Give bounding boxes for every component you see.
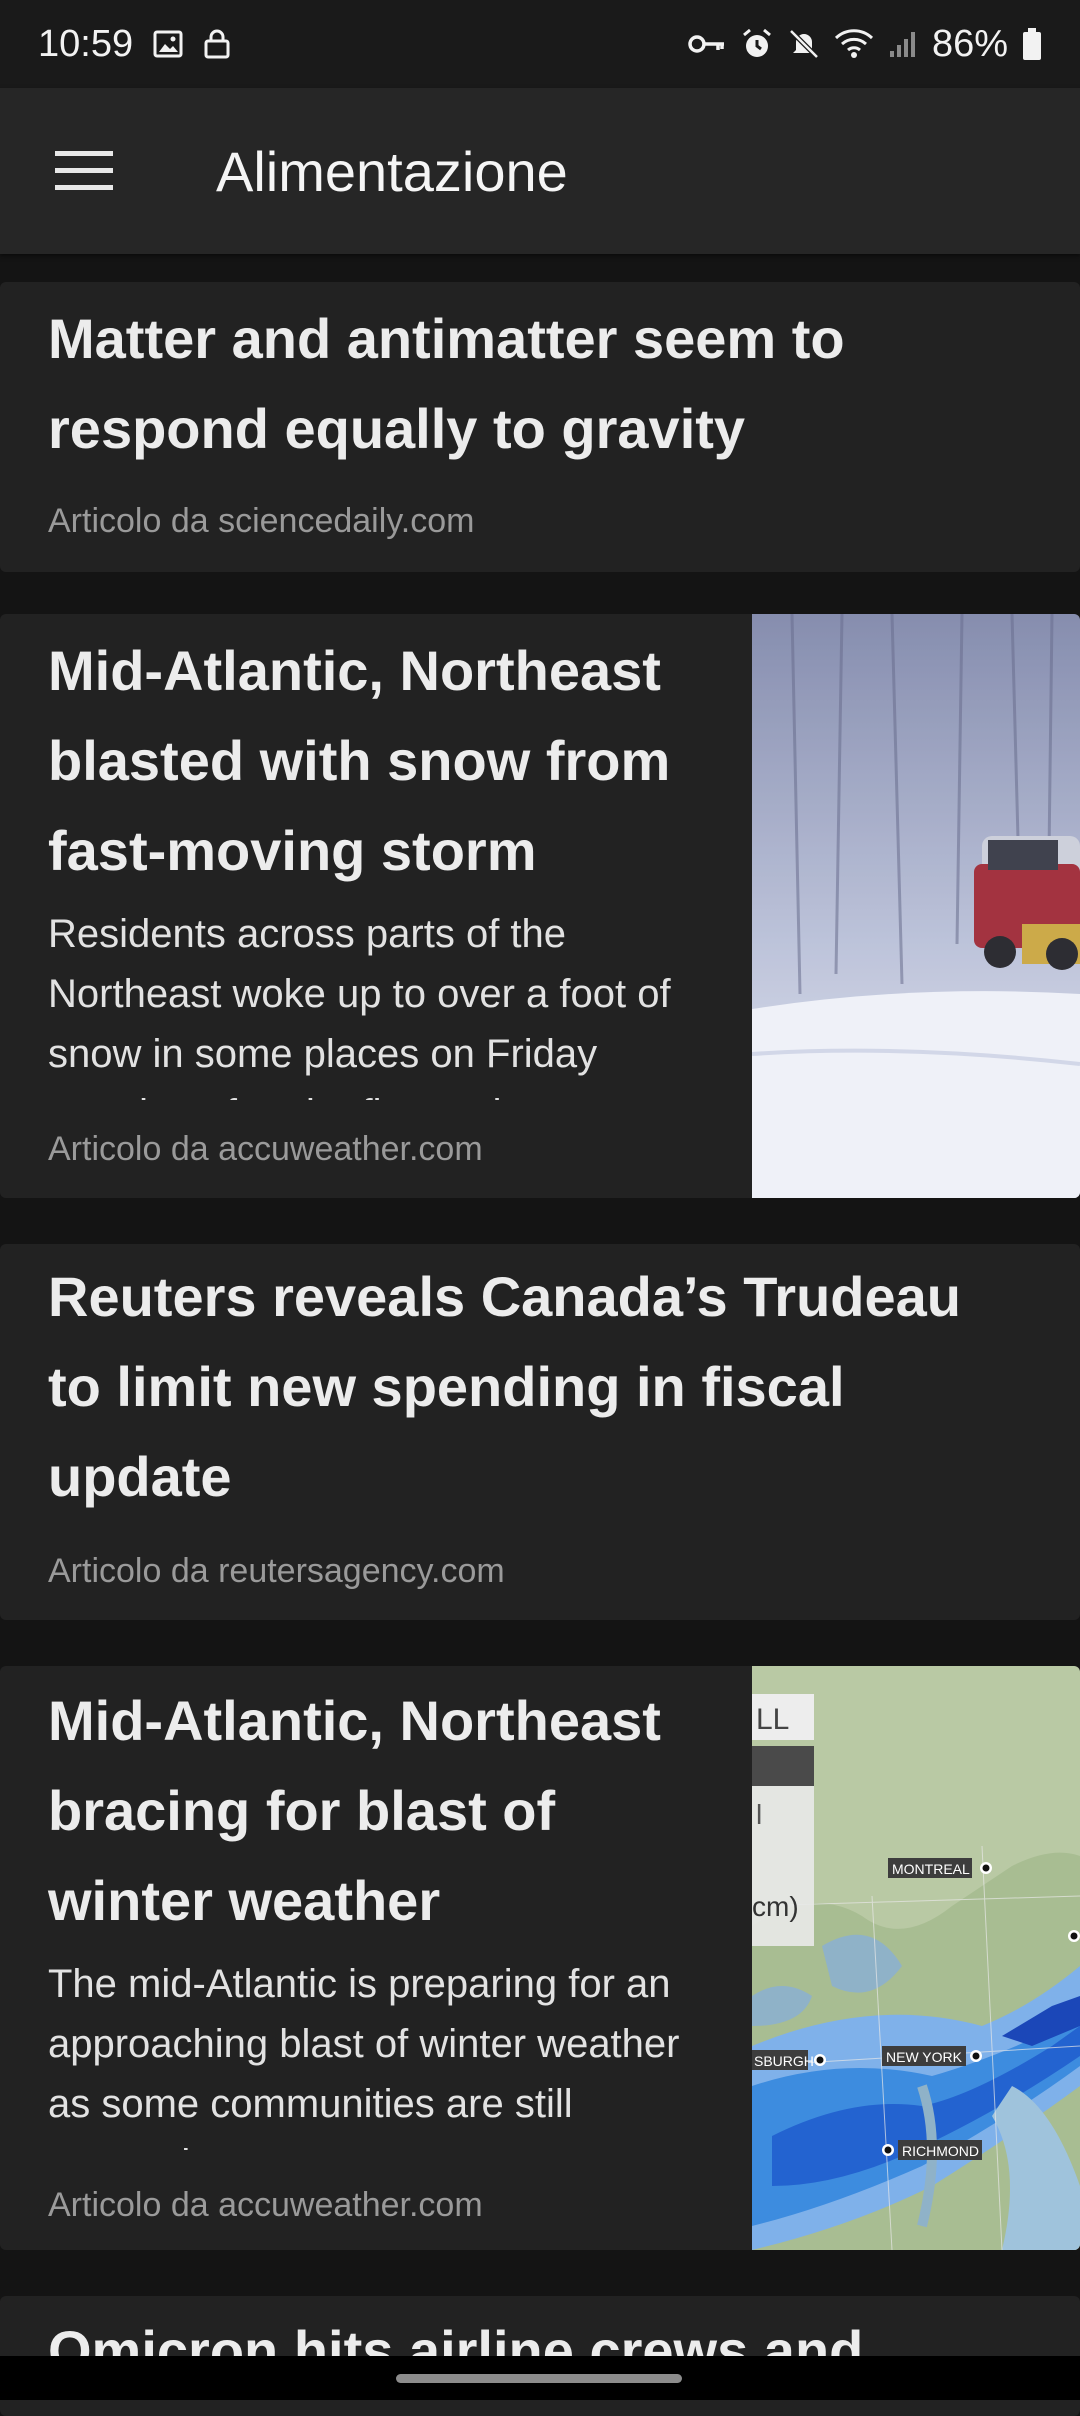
article-headline[interactable]: Reuters reveals Canada’s Trudeau to limi… [48,1252,1028,1522]
article-source: Articolo da accuweather.com [48,1130,483,1168]
map-legend-mid: l [756,1799,762,1830]
app-bar-title: Alimentazione [216,139,568,203]
map-label-pittsburgh: SBURGH [754,2053,814,2069]
signal-icon [888,29,918,59]
wifi-icon [834,28,874,60]
article-headline[interactable]: Mid-Atlantic, Northeast bracing for blas… [48,1676,708,1946]
home-gesture-handle[interactable] [396,2374,682,2383]
article-source: Articolo da accuweather.com [48,2186,483,2224]
article-card[interactable]: Matter and antimatter seem to respond eq… [0,282,1080,572]
lock-icon [203,29,231,59]
hamburger-menu-icon[interactable] [24,111,144,231]
snowy-road-truck-photo[interactable] [752,614,1080,1198]
article-source: Articolo da reutersagency.com [48,1552,505,1590]
image-icon [153,29,183,59]
article-card[interactable]: Mid-Atlantic, Northeast blasted with sno… [0,614,1080,1198]
article-headline[interactable]: Mid-Atlantic, Northeast blasted with sno… [48,626,708,896]
map-legend-unit: cm) [752,1891,799,1922]
vpn-key-icon [688,32,726,56]
map-legend-top: LL [756,1703,789,1736]
alarm-icon [740,27,774,61]
battery-icon [1022,27,1042,61]
status-bar: 10:59 86% [0,0,1080,88]
status-time: 10:59 [38,22,134,65]
snowfall-forecast-map[interactable]: LL l cm) MONTREAL SBURGH NEW YORK RICHMO… [752,1666,1080,2250]
map-label-new-york: NEW YORK [886,2049,963,2065]
article-source: Articolo da sciencedaily.com [48,502,475,540]
article-snippet: Residents across parts of the Northeast … [48,912,671,1100]
article-card[interactable]: Reuters reveals Canada’s Trudeau to limi… [0,1244,1080,1620]
article-snippet: The mid-Atlantic is preparing for an app… [48,1962,680,2150]
app-bar: Alimentazione [0,88,1080,254]
article-headline[interactable]: Matter and antimatter seem to respond eq… [48,294,1008,474]
map-label-richmond: RICHMOND [902,2143,979,2159]
mute-icon [788,28,820,60]
article-card[interactable]: Mid-Atlantic, Northeast bracing for blas… [0,1666,1080,2250]
battery-percent: 86% [931,22,1008,65]
map-label-montreal: MONTREAL [892,1861,970,1877]
